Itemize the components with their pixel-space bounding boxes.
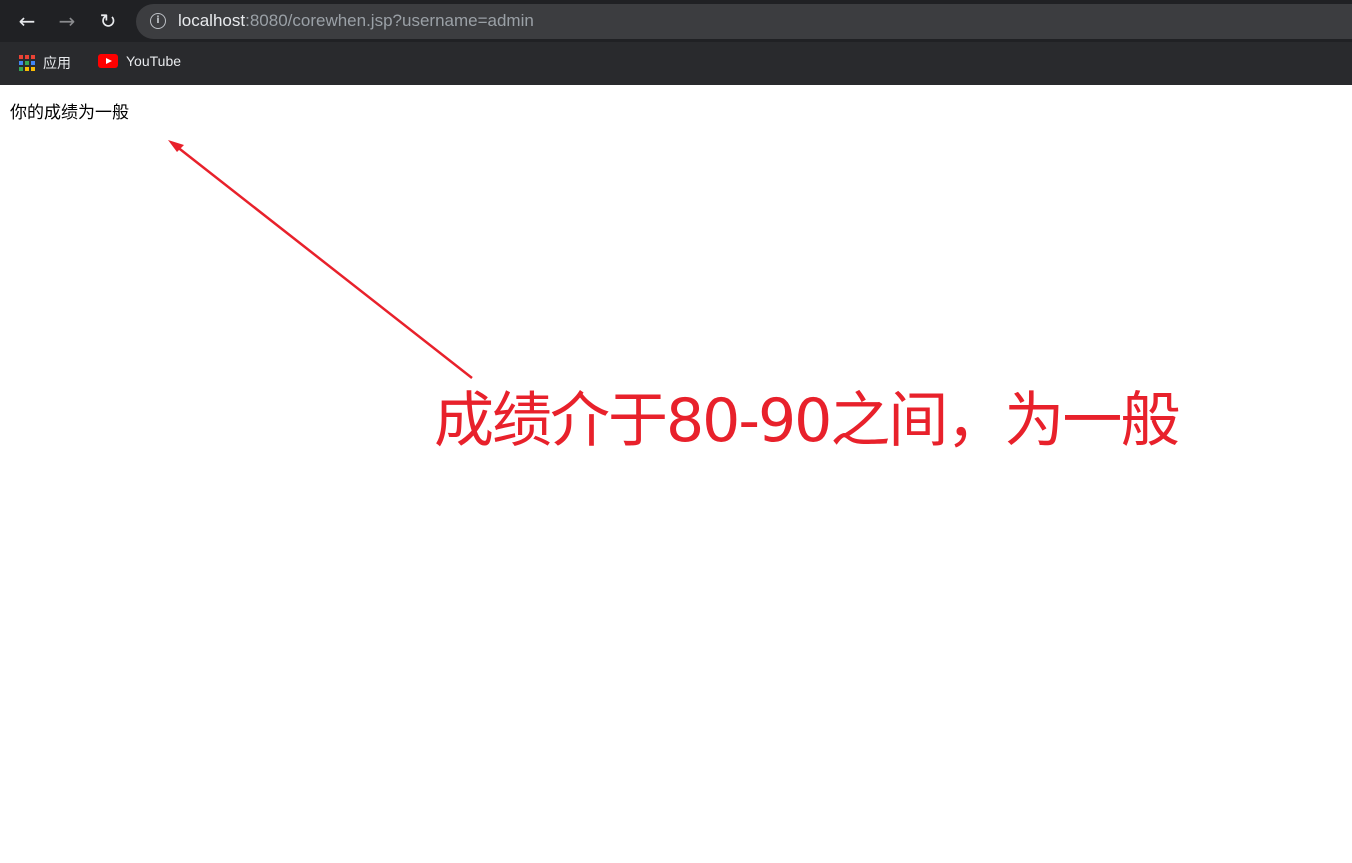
annotation-text: 成绩介于80-90之间，为一般 [434,386,1180,456]
arrow-line [175,145,473,379]
